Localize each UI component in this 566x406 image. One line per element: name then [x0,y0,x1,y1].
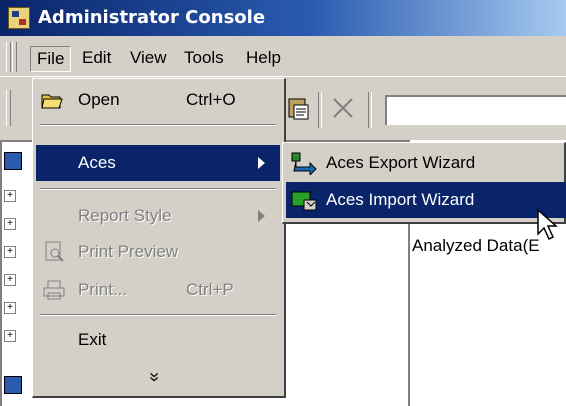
tree-expander[interactable]: + [4,330,16,342]
menu-item-print-preview-label: Print Preview [78,242,179,261]
export-wizard-icon [290,151,318,177]
print-preview-icon [42,240,66,264]
tree-node-icon [4,376,22,394]
tree-expander[interactable]: + [4,218,16,230]
menu-edit[interactable]: Edit [76,46,117,72]
menu-item-open-shortcut: Ctrl+O [186,90,236,109]
menu-view-label: View [130,48,167,67]
menu-item-exit-label: Exit [78,330,107,349]
menu-tools-label: Tools [184,48,224,67]
menu-item-print-label: Print... [78,280,128,299]
tree-expander[interactable]: + [4,246,16,258]
printer-icon [42,278,66,302]
menu-separator [40,124,276,126]
open-folder-icon [40,88,64,112]
delete-icon[interactable] [328,93,358,123]
paste-icon[interactable] [284,93,314,123]
submenu-item-aces-import-wizard-label: Aces Import Wizard [326,190,475,209]
menubar-grip-2[interactable] [12,42,17,72]
menu-expand-chevron-icon[interactable]: » [140,362,170,392]
toolbar-separator [318,92,322,128]
menu-item-open-label: Open [78,90,120,109]
menu-item-print-shortcut: Ctrl+P [186,280,234,299]
tree-expander[interactable]: + [4,302,16,314]
submenu-arrow-icon [258,210,265,222]
submenu-item-aces-export-wizard-label: Aces Export Wizard [326,153,476,172]
menu-item-open[interactable]: Open Ctrl+O [36,82,280,118]
mouse-cursor-icon [536,208,560,242]
submenu-item-aces-export-wizard[interactable]: Aces Export Wizard [286,145,566,181]
submenu-item-aces-import-wizard[interactable]: Aces Import Wizard [286,182,566,218]
window-title: Administrator Console [38,7,266,28]
tree-expander[interactable]: + [4,190,16,202]
menu-item-aces-label: Aces [78,153,116,172]
import-wizard-icon [290,188,318,212]
toolbar-grip[interactable] [6,90,11,126]
menu-item-exit[interactable]: Exit [36,322,280,358]
menu-file[interactable]: File [30,46,72,72]
tree-root-icon [4,152,22,170]
toolbar-separator-2 [368,92,372,128]
app-icon [8,7,30,29]
menu-view[interactable]: View [124,46,173,72]
menu-item-aces[interactable]: Aces [36,145,280,181]
tree-expander[interactable]: + [4,274,16,286]
menu-separator [40,314,276,316]
menu-item-report-style: Report Style [36,198,280,234]
toolbar-combobox[interactable] [385,95,566,125]
menu-help-label: Help [246,48,281,67]
menubar-grip[interactable] [6,42,11,72]
submenu-arrow-icon [258,157,265,169]
menu-file-label: File [37,49,65,68]
menu-item-print: Print... Ctrl+P [36,272,280,308]
column-header-analyzed-data[interactable]: Analyzed Data(E [412,236,540,256]
menu-separator [40,188,276,190]
menu-edit-label: Edit [82,48,112,67]
menu-item-report-style-label: Report Style [78,206,172,225]
menu-tools[interactable]: Tools [178,46,230,72]
menu-help[interactable]: Help [240,46,287,72]
menu-item-print-preview: Print Preview [36,234,280,270]
